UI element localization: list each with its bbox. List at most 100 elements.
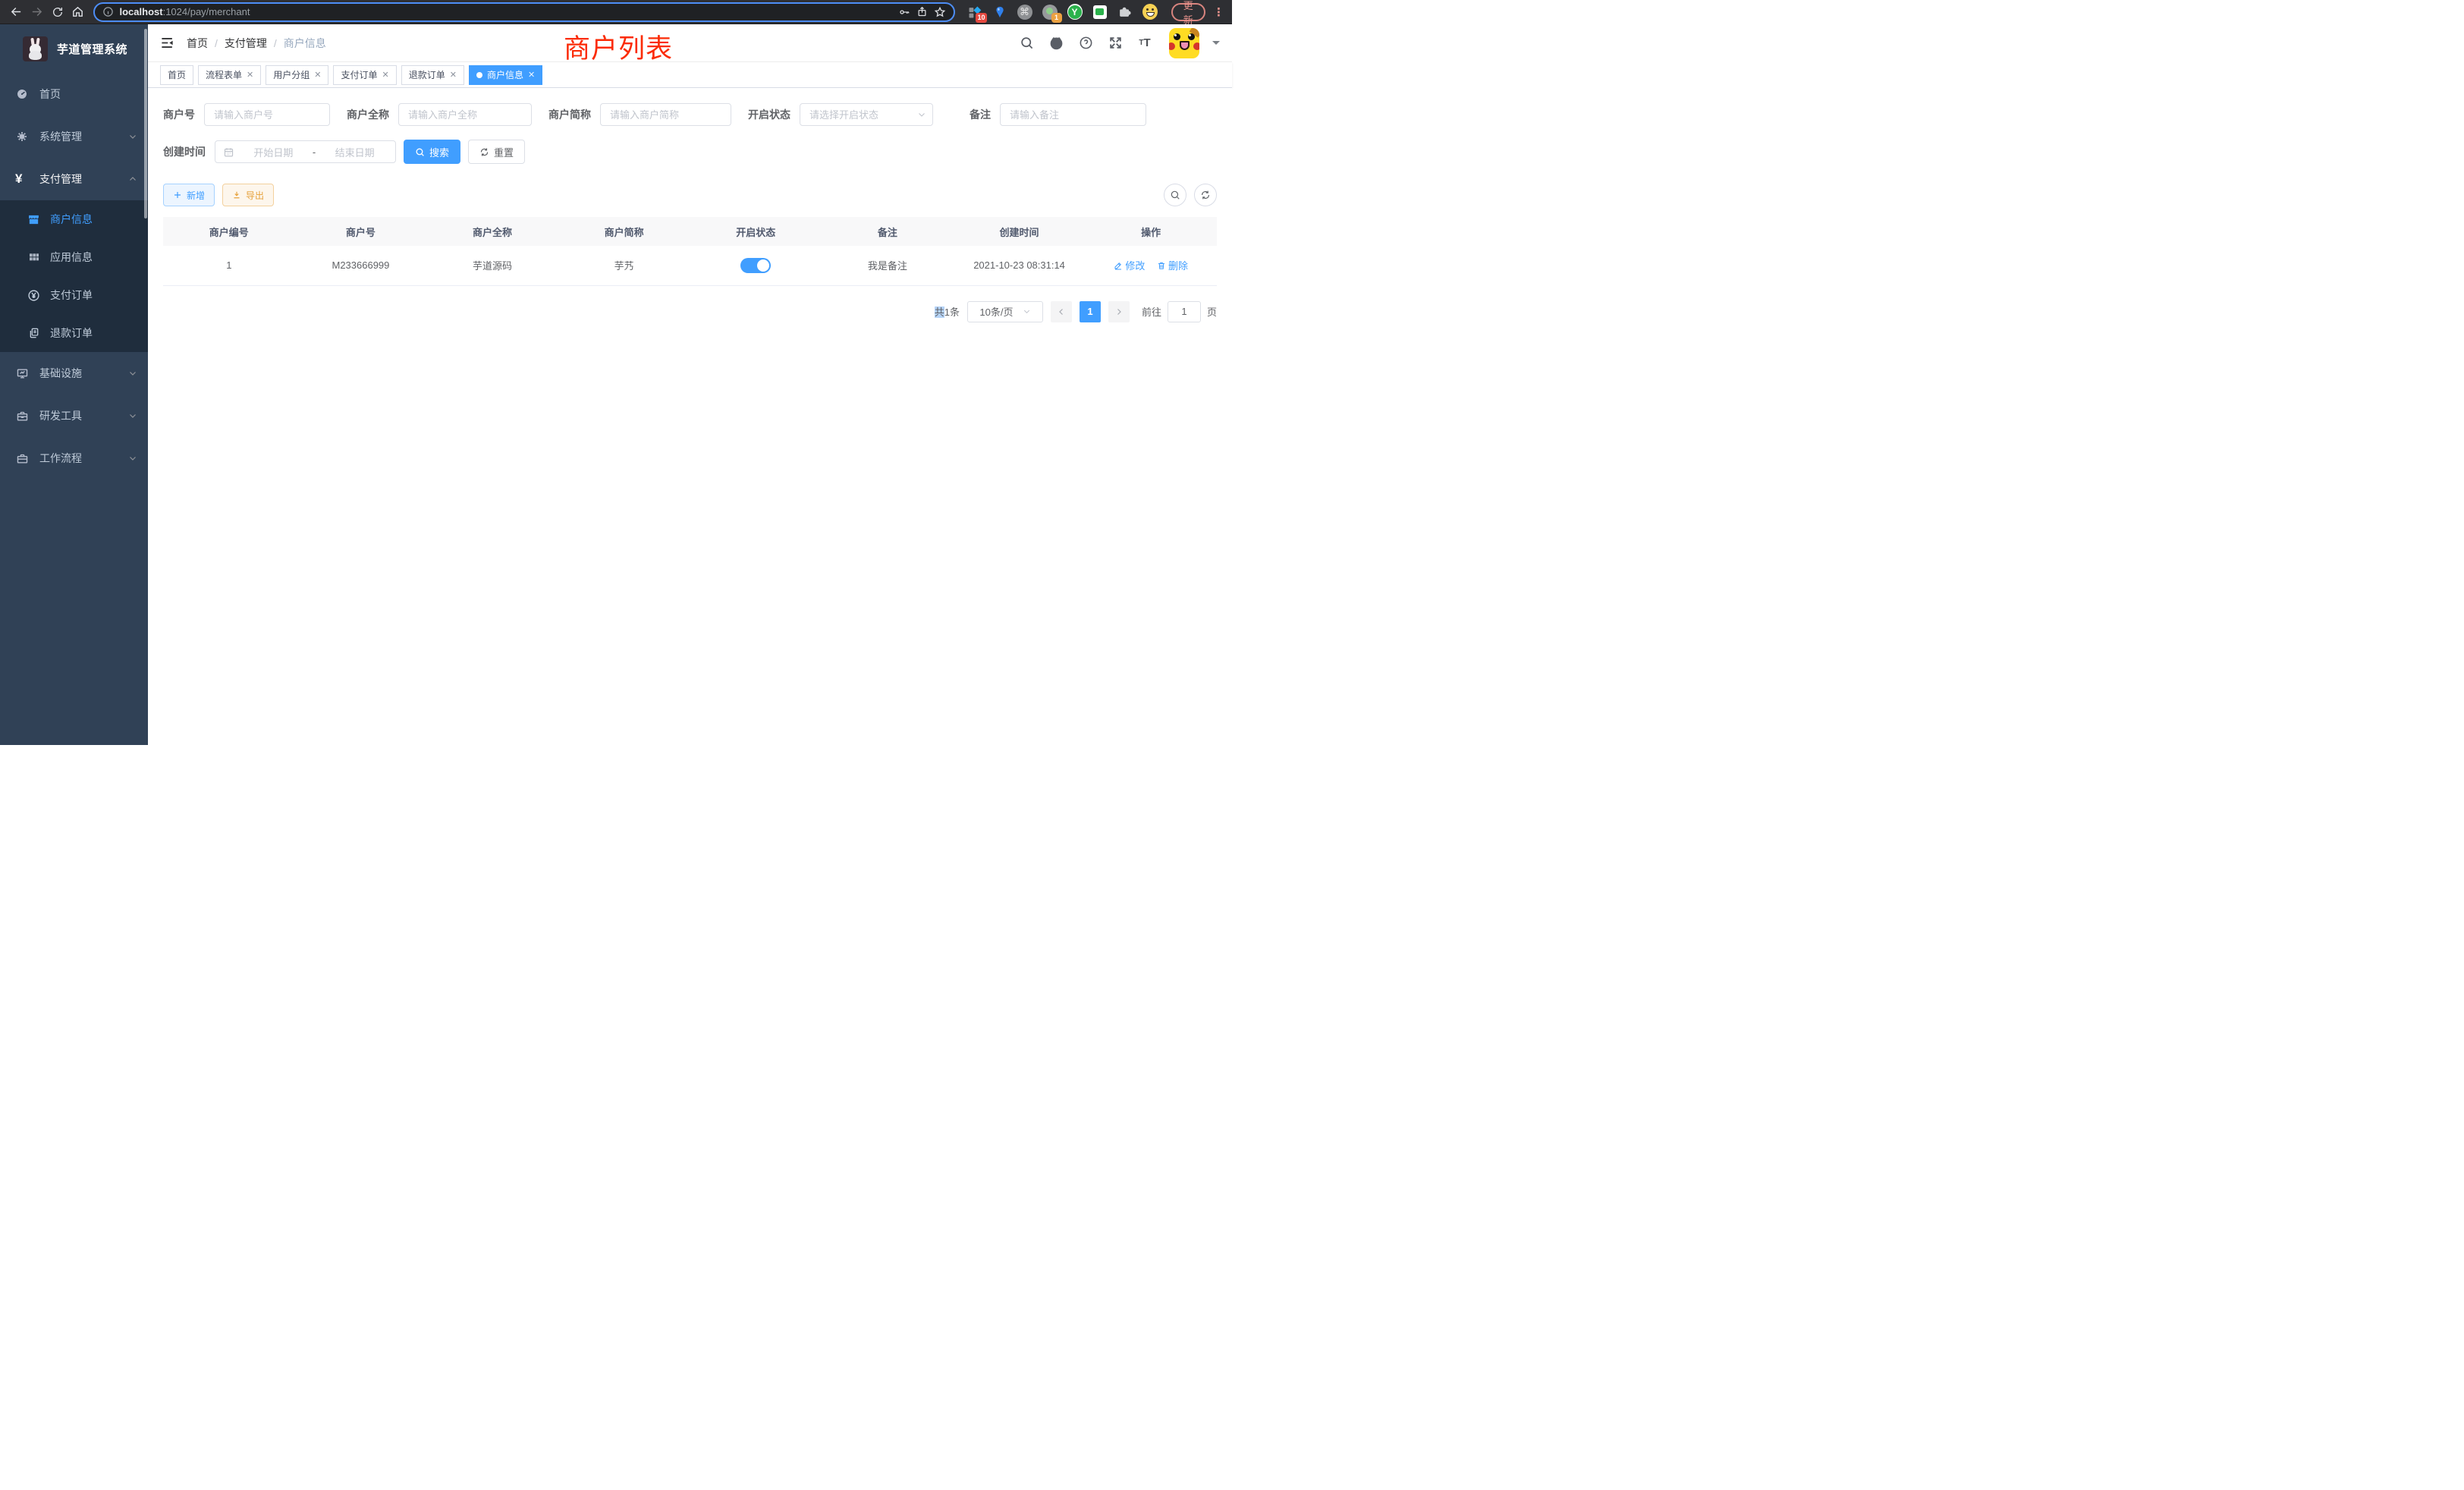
tab-user-group[interactable]: 用户分组✕ <box>266 65 328 85</box>
breadcrumb-current: 商户信息 <box>284 36 326 51</box>
url-text: localhost:1024/pay/merchant <box>120 6 892 17</box>
merchant-table: 商户编号 商户号 商户全称 商户简称 开启状态 备注 创建时间 操作 1 M23… <box>163 217 1217 286</box>
breadcrumb-home[interactable]: 首页 <box>187 36 208 51</box>
extension-recorder-icon[interactable]: 1 <box>1042 5 1058 20</box>
cell-actions: 修改 删除 <box>1085 246 1217 285</box>
chevron-down-icon <box>128 411 137 420</box>
search-icon <box>415 147 425 157</box>
refresh-table-button[interactable] <box>1194 184 1217 206</box>
tab-refund-order[interactable]: 退款订单✕ <box>401 65 464 85</box>
page-size-select[interactable]: 10条/页 <box>967 301 1043 322</box>
col-header: 创建时间 <box>954 217 1086 246</box>
sidebar-item-infra[interactable]: 基础设施 <box>0 352 148 395</box>
home-button[interactable] <box>69 2 86 22</box>
goto-page-input[interactable] <box>1168 301 1201 322</box>
avatar-caret-icon[interactable] <box>1212 41 1220 49</box>
extension-emoji-icon[interactable] <box>1142 5 1158 20</box>
refresh-icon <box>479 147 489 157</box>
add-button[interactable]: 新增 <box>163 184 215 206</box>
page-number-1[interactable]: 1 <box>1080 301 1101 322</box>
calendar-icon <box>223 146 234 158</box>
yen-icon: ¥ <box>15 171 29 187</box>
close-icon[interactable]: ✕ <box>314 70 321 80</box>
browser-menu-icon[interactable]: ⋮ <box>1213 5 1224 19</box>
github-icon[interactable] <box>1048 35 1064 52</box>
full-name-input[interactable] <box>398 103 532 126</box>
help-icon[interactable] <box>1077 35 1094 52</box>
url-bar[interactable]: localhost:1024/pay/merchant <box>93 2 955 22</box>
delete-link[interactable]: 删除 <box>1157 258 1188 272</box>
close-icon[interactable]: ✕ <box>450 70 457 80</box>
prev-page-button[interactable] <box>1051 301 1072 322</box>
info-icon[interactable] <box>102 6 114 17</box>
extension-chat-icon[interactable] <box>1092 5 1108 20</box>
col-header: 商户简称 <box>558 217 690 246</box>
cell-short-name: 芋艿 <box>558 246 690 285</box>
breadcrumb-section[interactable]: 支付管理 <box>225 36 267 51</box>
sidebar-item-refund-order[interactable]: 退款订单 <box>0 314 148 352</box>
export-button[interactable]: 导出 <box>222 184 274 206</box>
browser-update-button[interactable]: 更新 <box>1171 3 1205 21</box>
sidebar-scrollbar[interactable] <box>144 29 147 218</box>
chevron-down-icon <box>128 369 137 378</box>
extension-badge: 1 <box>1051 13 1062 23</box>
filter-label: 备注 <box>970 107 991 122</box>
sidebar-item-app-info[interactable]: 应用信息 <box>0 238 148 276</box>
key-icon[interactable] <box>898 6 910 18</box>
create-time-range-picker[interactable]: 开始日期 - 结束日期 <box>215 140 396 163</box>
close-icon[interactable]: ✕ <box>528 70 535 80</box>
extension-balloon-icon[interactable] <box>992 5 1007 20</box>
back-button[interactable] <box>8 2 25 22</box>
extensions-puzzle-icon[interactable] <box>1117 5 1133 20</box>
tab-process-form[interactable]: 流程表单✕ <box>198 65 261 85</box>
sidebar-item-devtools[interactable]: 研发工具 <box>0 395 148 437</box>
fold-menu-icon[interactable] <box>160 36 174 50</box>
share-icon[interactable] <box>916 6 928 17</box>
forward-button[interactable] <box>28 2 46 22</box>
reload-button[interactable] <box>49 2 66 22</box>
fullscreen-icon[interactable] <box>1107 35 1124 52</box>
tab-merchant-info[interactable]: 商户信息✕ <box>469 65 542 85</box>
sidebar-item-workflow[interactable]: 工作流程 <box>0 437 148 479</box>
short-name-input[interactable] <box>600 103 731 126</box>
extension-pin-icon[interactable]: 10 <box>967 5 982 20</box>
sidebar-item-pay-order[interactable]: 支付订单 <box>0 276 148 314</box>
briefcase-icon <box>15 452 29 465</box>
start-date-placeholder[interactable]: 开始日期 <box>240 145 306 159</box>
search-icon[interactable] <box>1018 35 1035 52</box>
next-page-button[interactable] <box>1108 301 1130 322</box>
filter-label: 开启状态 <box>748 107 790 122</box>
user-avatar[interactable] <box>1169 28 1199 58</box>
sidebar-item-pay[interactable]: ¥ 支付管理 <box>0 158 148 200</box>
logo-rabbit-image <box>23 36 48 61</box>
close-icon[interactable]: ✕ <box>247 70 253 80</box>
extension-y-icon[interactable]: Y <box>1067 5 1083 20</box>
fontsize-icon[interactable]: TT <box>1136 35 1153 52</box>
show-search-button[interactable] <box>1164 184 1186 206</box>
remark-input[interactable] <box>1000 103 1146 126</box>
merchant-no-input[interactable] <box>204 103 330 126</box>
plus-icon <box>173 190 182 200</box>
search-button[interactable]: 搜索 <box>404 140 460 164</box>
navbar-actions: TT <box>1018 28 1220 58</box>
tab-pay-order[interactable]: 支付订单✕ <box>333 65 396 85</box>
extension-command-icon[interactable]: ⌘ <box>1017 5 1032 20</box>
status-select[interactable] <box>800 103 933 126</box>
star-icon[interactable] <box>934 6 946 18</box>
sidebar-item-home[interactable]: 首页 <box>0 73 148 115</box>
download-icon <box>232 190 241 200</box>
chevron-down-icon <box>128 132 137 141</box>
table-toolbar: 新增 导出 <box>163 184 1217 206</box>
sidebar-item-system[interactable]: 系统管理 <box>0 115 148 158</box>
sidebar: 芋道管理系统 首页 系统管理 ¥ 支付管理 商户信息 应用信息 <box>0 24 148 745</box>
tab-home[interactable]: 首页 <box>160 65 193 85</box>
status-toggle[interactable] <box>740 258 771 273</box>
close-icon[interactable]: ✕ <box>382 70 389 80</box>
extension-badge: 10 <box>976 13 986 23</box>
sidebar-item-merchant-info[interactable]: 商户信息 <box>0 200 148 238</box>
end-date-placeholder[interactable]: 结束日期 <box>322 145 388 159</box>
reset-button[interactable]: 重置 <box>468 140 525 164</box>
refresh-icon <box>1200 190 1211 200</box>
cell-merchant-id: 1 <box>163 246 295 285</box>
edit-link[interactable]: 修改 <box>1114 258 1145 272</box>
